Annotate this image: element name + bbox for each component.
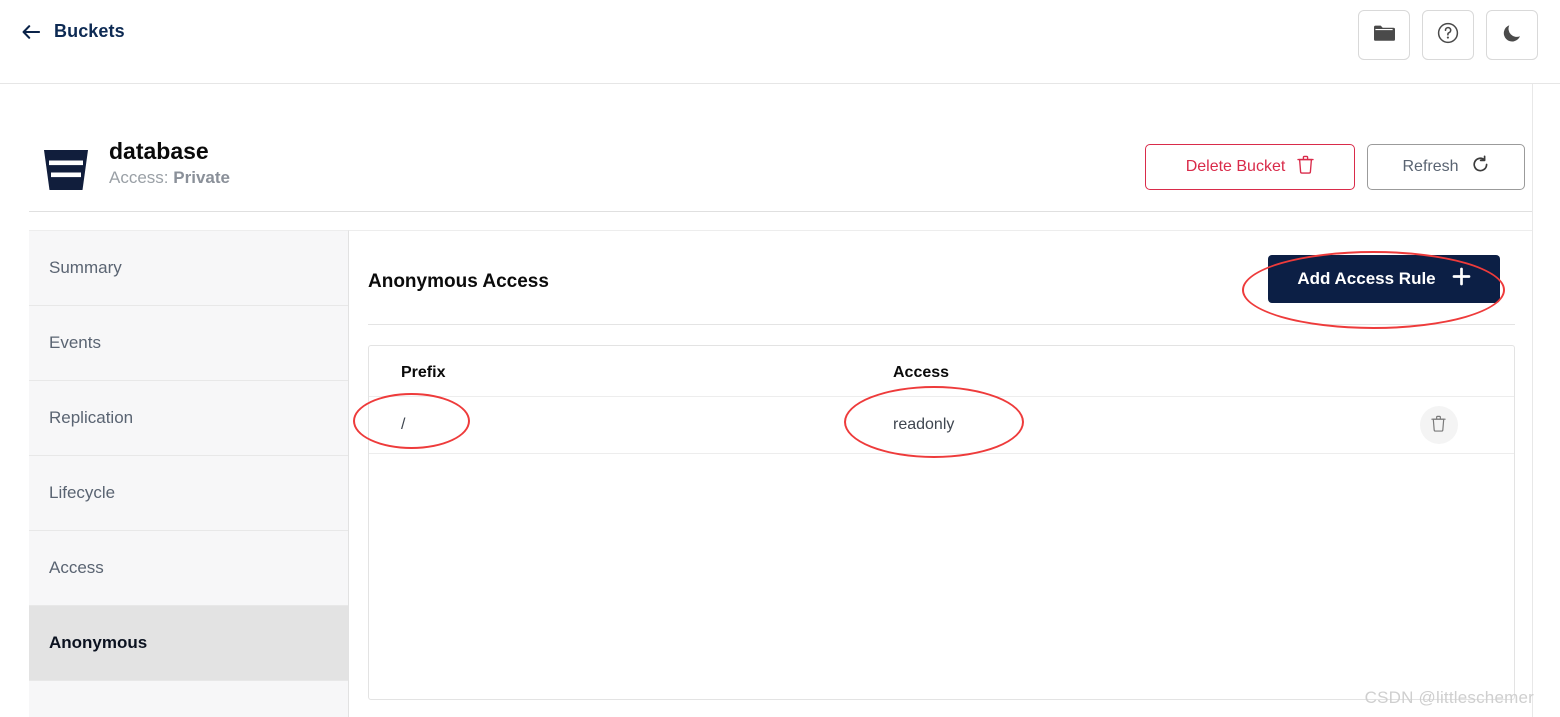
sidebar-item-label: Anonymous <box>49 633 148 652</box>
watermark: CSDN @littleschemer <box>1364 688 1534 707</box>
cell-access: readonly <box>861 396 1361 454</box>
access-rules-table: Prefix Access / readonly <box>369 346 1514 454</box>
delete-bucket-button[interactable]: Delete Bucket <box>1145 144 1355 190</box>
sidebar-item-partial[interactable] <box>29 681 348 717</box>
plus-icon <box>1452 267 1471 291</box>
back-link-label: Buckets <box>54 21 125 41</box>
refresh-label: Refresh <box>1402 158 1459 175</box>
sidebar-item-label: Lifecycle <box>49 483 116 502</box>
sidebar-item-label: Replication <box>49 408 134 427</box>
sidebar-item-replication[interactable]: Replication <box>29 381 348 456</box>
sidebar-item-events[interactable]: Events <box>29 306 348 381</box>
sidebar-item-anonymous[interactable]: Anonymous <box>29 606 348 681</box>
page-right-border <box>1532 84 1533 717</box>
add-access-rule-button[interactable]: Add Access Rule <box>1268 255 1500 303</box>
top-bar: Buckets <box>0 0 1560 84</box>
table-row[interactable]: / readonly <box>369 396 1514 454</box>
sidebar-item-access[interactable]: Access <box>29 531 348 606</box>
dark-mode-button[interactable] <box>1486 10 1538 60</box>
sidebar-item-summary[interactable]: Summary <box>29 231 348 306</box>
add-access-rule-label: Add Access Rule <box>1297 269 1436 288</box>
trash-icon <box>1431 415 1446 435</box>
trash-icon <box>1297 155 1314 179</box>
bucket-access-status: Access: Private <box>109 168 230 188</box>
folder-icon <box>1373 24 1395 47</box>
dark-mode-icon <box>1501 22 1523 49</box>
page-title: database <box>109 138 209 164</box>
column-header-prefix: Prefix <box>369 346 861 397</box>
help-button[interactable] <box>1422 10 1474 60</box>
delete-rule-button[interactable] <box>1419 406 1458 444</box>
bucket-identity: database Access: Private <box>39 138 230 196</box>
refresh-button[interactable]: Refresh <box>1367 144 1525 190</box>
bucket-access-value: Private <box>173 168 230 187</box>
bucket-header-actions: Delete Bucket Refresh <box>1145 144 1525 190</box>
sidebar-item-label: Access <box>49 558 104 577</box>
sidebar-item-lifecycle[interactable]: Lifecycle <box>29 456 348 531</box>
folder-button[interactable] <box>1358 10 1410 60</box>
panel-header: Anonymous Access Add Access Rule <box>368 255 1515 325</box>
anonymous-access-panel: Anonymous Access Add Access Rule Prefix … <box>349 230 1532 717</box>
access-rules-table-card: Prefix Access / readonly <box>368 345 1515 700</box>
top-bar-actions <box>1358 10 1538 60</box>
bucket-icon <box>39 142 93 196</box>
help-icon <box>1436 21 1460 50</box>
back-to-buckets-link[interactable]: Buckets <box>22 21 125 42</box>
table-header-row: Prefix Access <box>369 346 1514 397</box>
bucket-header: database Access: Private Delete Bucket R… <box>29 126 1532 212</box>
column-header-access: Access <box>861 346 1361 397</box>
column-header-actions <box>1361 346 1514 397</box>
arrow-left-icon <box>22 23 40 41</box>
sidebar-item-label: Summary <box>49 258 122 277</box>
bucket-title-block: database Access: Private <box>109 138 230 188</box>
panel-title: Anonymous Access <box>368 271 549 292</box>
bucket-access-label: Access: <box>109 168 169 187</box>
bucket-sidebar: Summary Events Replication Lifecycle Acc… <box>29 230 349 717</box>
cell-prefix: / <box>369 396 861 454</box>
delete-bucket-label: Delete Bucket <box>1185 158 1286 175</box>
sidebar-item-label: Events <box>49 333 101 352</box>
app-root: Buckets database Access: Private Delete … <box>0 0 1560 717</box>
cell-actions <box>1361 396 1514 454</box>
refresh-icon <box>1471 155 1490 179</box>
